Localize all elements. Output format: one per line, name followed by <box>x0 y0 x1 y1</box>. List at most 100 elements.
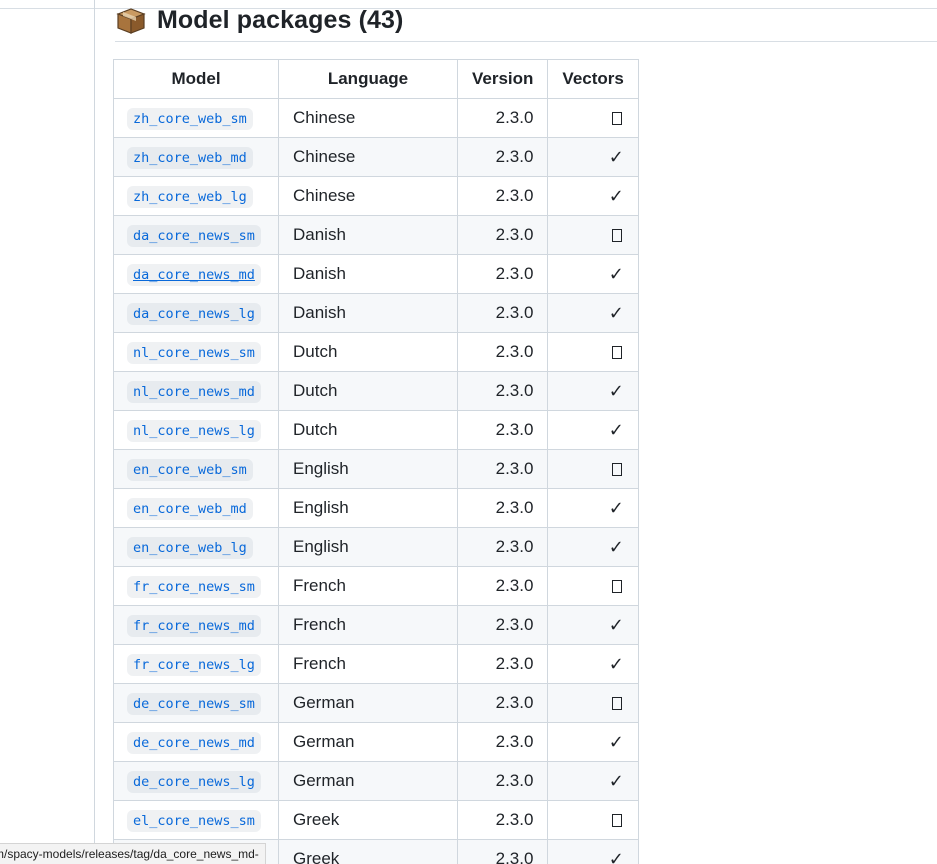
version-cell: 2.3.0 <box>456 98 549 138</box>
check-icon: ✓ <box>608 731 624 753</box>
check-icon: ✓ <box>608 653 624 675</box>
table-row: da_core_news_md Danish 2.3.0 ✓ <box>113 254 639 294</box>
model-cell: fr_core_news_lg <box>113 644 279 684</box>
language-cell: German <box>278 683 458 723</box>
language-cell: Dutch <box>278 410 458 450</box>
check-icon: ✓ <box>608 419 624 441</box>
model-name: fr_core_news_sm <box>127 576 261 598</box>
vectors-cell <box>547 566 639 606</box>
missing-glyph-icon <box>611 696 622 710</box>
column-header-model[interactable]: Model <box>113 59 279 99</box>
model-cell: fr_core_news_md <box>113 605 279 645</box>
language-cell: Chinese <box>278 176 458 216</box>
check-icon: ✓ <box>608 614 624 636</box>
model-link[interactable]: en_core_web_lg <box>127 537 253 559</box>
model-link[interactable]: fr_core_news_lg <box>127 654 261 676</box>
column-header-vectors[interactable]: Vectors <box>547 59 639 99</box>
model-cell: nl_core_news_lg <box>113 410 279 450</box>
table-row: nl_core_news_md Dutch 2.3.0 ✓ <box>113 371 639 411</box>
table-row: nl_core_news_sm Dutch 2.3.0 <box>113 332 639 372</box>
vectors-cell <box>547 332 639 372</box>
missing-glyph-icon <box>611 579 622 593</box>
model-cell: fr_core_news_sm <box>113 566 279 606</box>
model-link[interactable]: de_core_news_md <box>127 732 261 754</box>
vectors-cell <box>547 800 639 840</box>
language-cell: Greek <box>278 800 458 840</box>
vectors-cell: ✓ <box>547 293 639 333</box>
model-link[interactable]: zh_core_web_md <box>127 147 253 169</box>
model-link[interactable]: el_core_news_sm <box>127 810 261 832</box>
model-cell: zh_core_web_md <box>113 137 279 177</box>
model-cell: el_core_news_sm <box>113 800 279 840</box>
missing-glyph-icon <box>611 813 622 827</box>
model-link[interactable]: en_core_web_md <box>127 498 253 520</box>
model-link[interactable]: zh_core_web_lg <box>127 186 253 208</box>
model-cell: da_core_news_md <box>113 254 279 294</box>
model-cell: en_core_web_sm <box>113 449 279 489</box>
table-row: zh_core_web_md Chinese 2.3.0 ✓ <box>113 137 639 177</box>
package-icon <box>115 5 147 35</box>
version-cell: 2.3.0 <box>456 761 549 801</box>
model-cell: en_core_web_lg <box>113 527 279 567</box>
version-cell: 2.3.0 <box>456 410 549 450</box>
check-icon: ✓ <box>608 263 624 285</box>
language-cell: Danish <box>278 293 458 333</box>
language-cell: Danish <box>278 254 458 294</box>
table-row: en_core_web_md English 2.3.0 ✓ <box>113 488 639 528</box>
model-link[interactable]: fr_core_news_md <box>127 615 261 637</box>
language-cell: Chinese <box>278 137 458 177</box>
model-link[interactable]: en_core_web_sm <box>127 459 253 481</box>
version-cell: 2.3.0 <box>456 137 549 177</box>
version-cell: 2.3.0 <box>456 722 549 762</box>
model-link[interactable]: de_core_news_sm <box>127 693 261 715</box>
missing-glyph-icon <box>611 111 622 125</box>
language-cell: English <box>278 449 458 489</box>
language-cell: French <box>278 605 458 645</box>
table-row: fr_core_news_lg French 2.3.0 ✓ <box>113 644 639 684</box>
model-name: de_core_news_sm <box>127 693 261 715</box>
table-row: de_core_news_md German 2.3.0 ✓ <box>113 722 639 762</box>
column-header-language[interactable]: Language <box>278 59 458 99</box>
model-link[interactable]: da_core_news_lg <box>127 303 261 325</box>
model-name: da_core_news_sm <box>127 225 261 247</box>
model-cell: de_core_news_md <box>113 722 279 762</box>
check-icon: ✓ <box>608 770 624 792</box>
model-link[interactable]: nl_core_news_sm <box>127 342 261 364</box>
language-cell: German <box>278 761 458 801</box>
model-link[interactable]: zh_core_web_sm <box>127 108 253 130</box>
link-preview-status-bar: m/spacy-models/releases/tag/da_core_news… <box>0 843 266 864</box>
table-body: zh_core_web_sm Chinese 2.3.0 zh_core_web_md… <box>113 98 639 864</box>
check-icon: ✓ <box>608 146 624 168</box>
model-link[interactable]: nl_core_news_md <box>127 381 261 403</box>
table-row: de_core_news_sm German 2.3.0 <box>113 683 639 723</box>
version-cell: 2.3.0 <box>456 293 549 333</box>
model-name: en_core_web_md <box>127 498 253 520</box>
check-icon: ✓ <box>608 380 624 402</box>
column-header-version[interactable]: Version <box>456 59 549 99</box>
vectors-cell <box>547 449 639 489</box>
vectors-cell <box>547 683 639 723</box>
version-cell: 2.3.0 <box>456 566 549 606</box>
release-page: Model packages (43) Model Language Versi… <box>0 0 937 864</box>
sidebar-divider <box>94 0 95 864</box>
model-link[interactable]: nl_core_news_lg <box>127 420 261 442</box>
model-link[interactable]: de_core_news_lg <box>127 771 261 793</box>
table-row: zh_core_web_lg Chinese 2.3.0 ✓ <box>113 176 639 216</box>
version-cell: 2.3.0 <box>456 332 549 372</box>
model-name: zh_core_web_sm <box>127 108 253 130</box>
model-link[interactable]: da_core_news_sm <box>127 225 261 247</box>
missing-glyph-icon <box>611 462 622 476</box>
table-row: zh_core_web_sm Chinese 2.3.0 <box>113 98 639 138</box>
model-link[interactable]: fr_core_news_sm <box>127 576 261 598</box>
model-name: el_core_news_sm <box>127 810 261 832</box>
model-name: en_core_web_sm <box>127 459 253 481</box>
model-link[interactable]: da_core_news_md <box>127 264 261 286</box>
version-cell: 2.3.0 <box>456 254 549 294</box>
section-heading: Model packages (43) <box>115 2 403 38</box>
check-icon: ✓ <box>608 185 624 207</box>
language-cell: French <box>278 644 458 684</box>
model-name: zh_core_web_md <box>127 147 253 169</box>
missing-glyph-icon <box>611 345 622 359</box>
vectors-cell <box>547 98 639 138</box>
language-cell: German <box>278 722 458 762</box>
